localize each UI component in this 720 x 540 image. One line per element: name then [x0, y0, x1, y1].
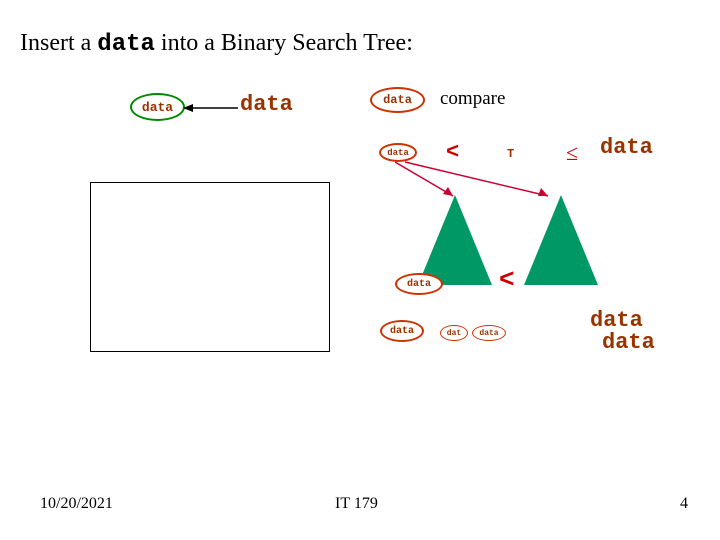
footer-center: IT 179	[335, 495, 378, 513]
right-subtree-triangle	[524, 195, 598, 285]
title-prefix: Insert a	[20, 30, 97, 56]
root-node: data	[370, 87, 425, 113]
left-subtree-triangle	[418, 195, 492, 285]
bottom-small-1: dat	[440, 325, 468, 341]
title-suffix: into a Binary Search Tree:	[155, 30, 413, 56]
pseudocode-box	[90, 182, 330, 352]
bottom-node-1: data	[380, 320, 424, 342]
footer-date: 10/20/2021	[40, 495, 113, 513]
mid-less-than: <	[499, 265, 515, 295]
bottom-small-2: data	[472, 325, 506, 341]
root-node-label: data	[383, 93, 412, 107]
footer-page: 4	[680, 495, 688, 513]
right-data-big: data	[600, 135, 653, 160]
small-root-label: data	[387, 148, 409, 158]
t-label: T	[507, 147, 514, 161]
mid-data-label: data	[407, 279, 431, 290]
bottom-small-2-label: data	[479, 329, 498, 338]
bottom-small-1-label: dat	[447, 329, 461, 338]
bottom-node-1-label: data	[390, 326, 414, 337]
arrow-to-newdata	[183, 103, 238, 113]
page-title: Insert a data into a Binary Search Tree:	[20, 30, 413, 58]
right-stack-2: data	[602, 330, 655, 355]
compare-label: compare	[440, 88, 505, 110]
title-mono: data	[97, 31, 155, 58]
new-data-node: data	[130, 93, 185, 121]
new-data-label: data	[142, 100, 173, 115]
big-data-label: data	[240, 92, 293, 117]
mid-data-node: data	[395, 273, 443, 295]
